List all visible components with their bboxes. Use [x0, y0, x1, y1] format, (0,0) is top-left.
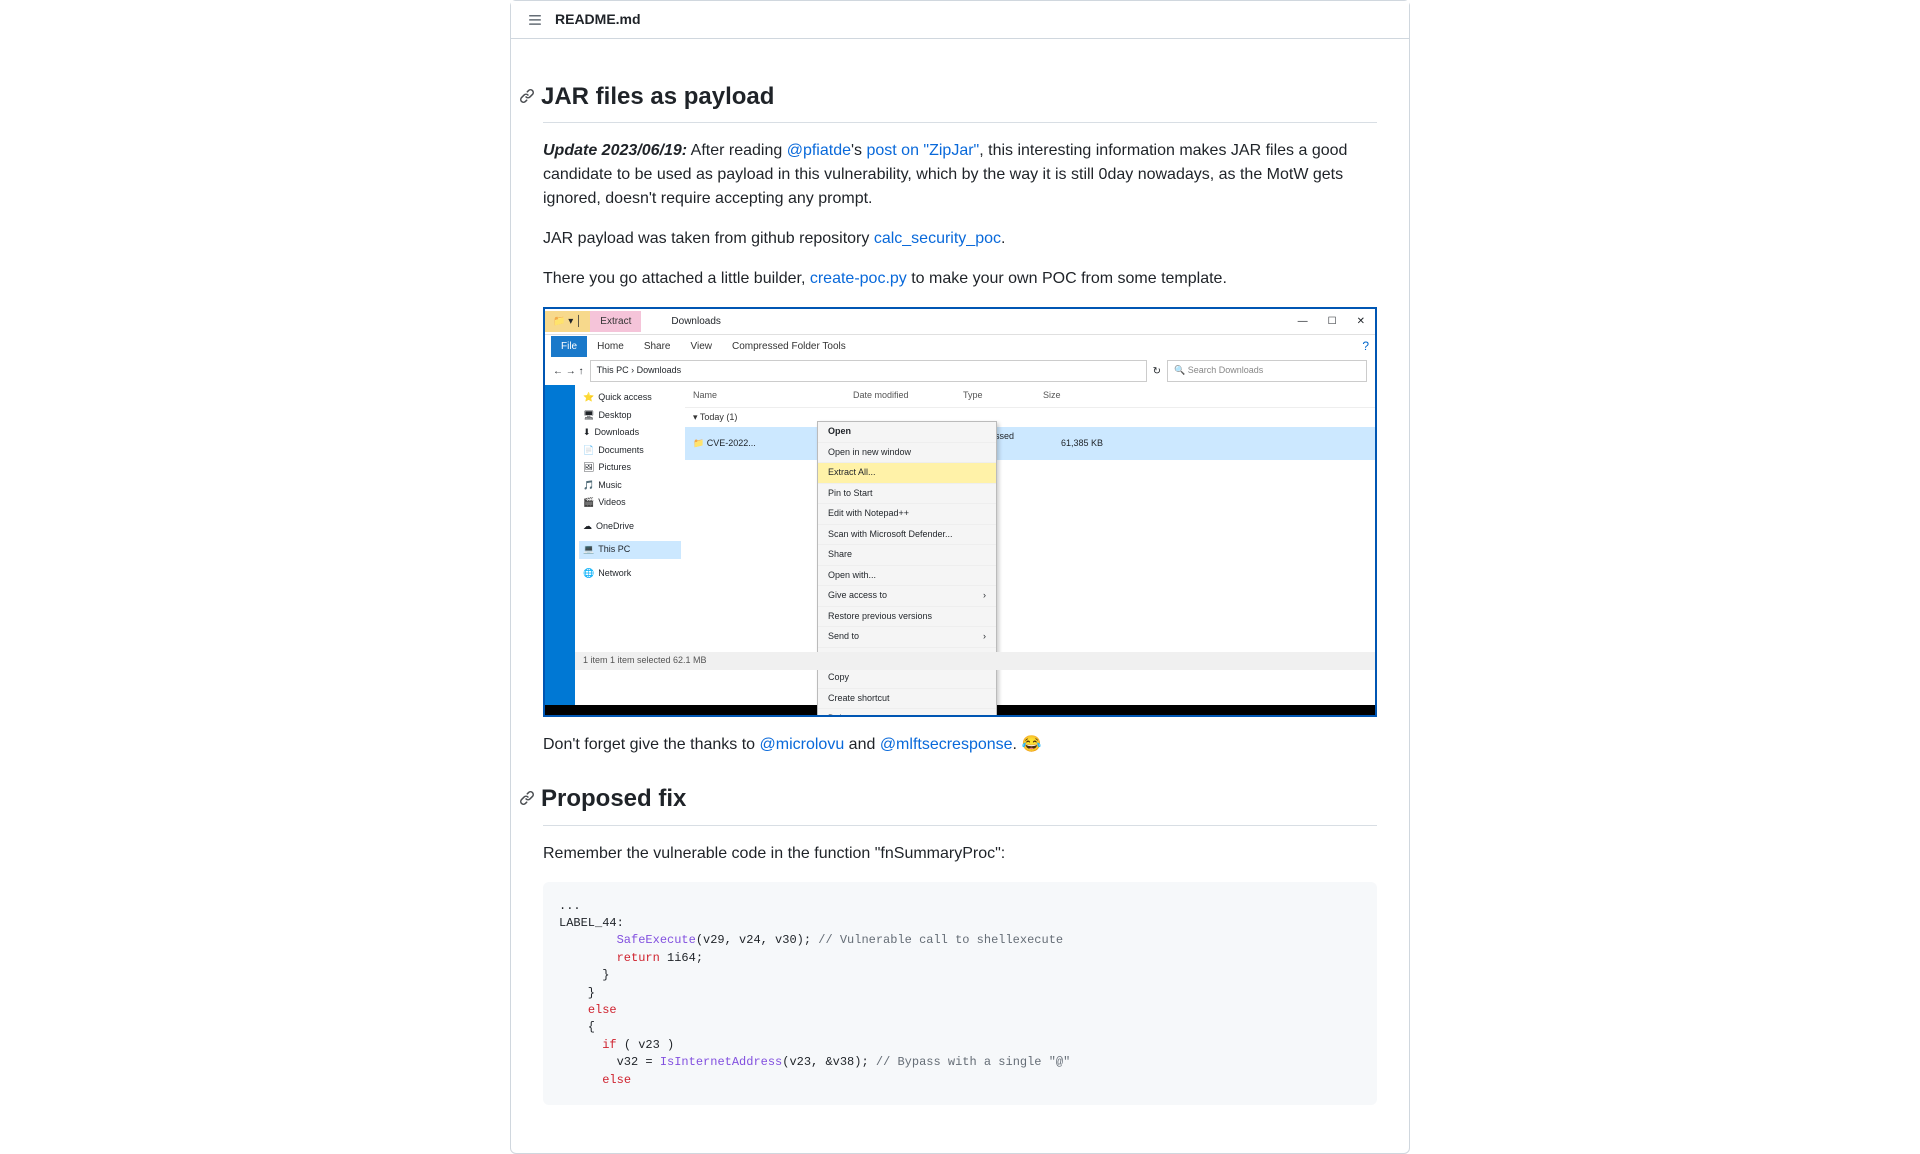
win-titlebar: 📁 ▾ │ Extract Downloads — ☐ ✕	[545, 309, 1375, 335]
path-box: This PC › Downloads	[590, 360, 1147, 382]
ctx-defender: Scan with Microsoft Defender...	[818, 525, 996, 546]
sidebar-network: 🌐 Network	[579, 565, 681, 583]
ctx-pin-start: Pin to Start	[818, 484, 996, 505]
help-icon: ?	[1362, 337, 1369, 355]
text: After reading	[687, 142, 787, 159]
code-block: ... LABEL_44: SafeExecute(v29, v24, v30)…	[543, 882, 1377, 1105]
sidebar-pictures: 🖼 Pictures	[579, 459, 681, 477]
file-row: 📁 CVE-2022... Compressed (zipp... 61,385…	[685, 427, 1375, 460]
ctx-send-to: Send to	[818, 627, 996, 648]
group-today: ▾ Today (1)	[685, 408, 1375, 428]
ctx-give-access: Give access to	[818, 586, 996, 607]
context-menu: Open Open in new window Extract All... P…	[817, 421, 997, 717]
link-icon[interactable]	[519, 79, 535, 115]
minimize-icon: —	[1288, 314, 1318, 329]
text: to make your own POC from some template.	[907, 270, 1227, 287]
sidebar-onedrive: ☁ OneDrive	[579, 518, 681, 536]
paragraph-remember: Remember the vulnerable code in the func…	[543, 842, 1377, 866]
file-tab: File	[551, 336, 587, 357]
text: JAR payload was taken from github reposi…	[543, 230, 874, 247]
link-microlovu[interactable]: @microlovu	[760, 736, 845, 753]
code-comment: // Bypass with a single "@"	[876, 1055, 1070, 1069]
code-kw-else: else	[588, 1003, 617, 1017]
sidebar-desktop: 🖥 Desktop	[579, 407, 681, 425]
text: and	[844, 736, 880, 753]
col-name: Name	[693, 389, 853, 403]
file-size: 61,385 KB	[1043, 437, 1103, 451]
readme-filename[interactable]: README.md	[555, 9, 641, 30]
text: There you go attached a little builder,	[543, 270, 810, 287]
share-tab: Share	[634, 336, 681, 357]
markdown-body: JAR files as payload Update 2023/06/19: …	[511, 39, 1409, 1153]
update-prefix: Update 2023/06/19:	[543, 142, 687, 159]
code-kw-if: if	[602, 1038, 616, 1052]
window-title: Downloads	[671, 314, 720, 329]
code-comment: // Vulnerable call to shellexecute	[818, 933, 1063, 947]
code-fn-isinternetaddress: IsInternetAddress	[660, 1055, 782, 1069]
text: .	[1001, 230, 1005, 247]
col-type: Type	[963, 389, 1043, 403]
win-toolbar: File Home Share View Compressed Folder T…	[545, 335, 1375, 357]
close-icon: ✕	[1347, 314, 1375, 329]
readme-container: README.md JAR files as payload Update 20…	[510, 0, 1410, 1154]
sidebar-videos: 🎬 Videos	[579, 494, 681, 512]
extract-tab: Extract	[590, 311, 641, 332]
link-zipjar[interactable]: post on "ZipJar"	[866, 142, 979, 159]
sidebar-quick-access: ⭐ Quick access	[579, 389, 681, 407]
heading-text: Proposed fix	[541, 781, 686, 817]
col-date: Date modified	[853, 389, 963, 403]
ctx-open-with: Open with...	[818, 566, 996, 587]
readme-header: README.md	[511, 1, 1409, 39]
paragraph-update: Update 2023/06/19: After reading @pfiatd…	[543, 139, 1377, 211]
ctx-share: Share	[818, 545, 996, 566]
joy-emoji: 😂	[1021, 736, 1041, 753]
ctx-shortcut: Create shortcut	[818, 689, 996, 710]
link-mlftsecresponse[interactable]: @mlftsecresponse	[880, 736, 1013, 753]
ctx-open: Open	[818, 422, 996, 443]
toc-icon[interactable]	[527, 12, 543, 28]
ctx-extract-all: Extract All...	[818, 463, 996, 484]
ctx-notepad: Edit with Notepad++	[818, 504, 996, 525]
text: 's	[851, 142, 867, 159]
ctx-restore: Restore previous versions	[818, 607, 996, 628]
link-calc-security-poc[interactable]: calc_security_poc	[874, 230, 1001, 247]
win-path: ← → ↑ This PC › Downloads ↻ 🔍 Search Dow…	[545, 357, 1375, 385]
column-headers: Name Date modified Type Size	[685, 385, 1375, 408]
link-create-poc[interactable]: create-poc.py	[810, 270, 907, 287]
ctx-open-new: Open in new window	[818, 443, 996, 464]
ctx-copy: Copy	[818, 668, 996, 689]
paragraph-thanks: Don't forget give the thanks to @microlo…	[543, 733, 1377, 757]
folder-tools-tab: Compressed Folder Tools	[722, 336, 856, 357]
col-size: Size	[1043, 389, 1103, 403]
home-tab: Home	[587, 336, 634, 357]
heading-jar-files: JAR files as payload	[543, 79, 1377, 123]
sidebar-this-pc: 💻 This PC	[579, 541, 681, 559]
refresh-icon: ↻	[1153, 364, 1161, 379]
ctx-delete: Delete	[818, 709, 996, 717]
paragraph-builder: There you go attached a little builder, …	[543, 267, 1377, 291]
maximize-icon: ☐	[1318, 314, 1347, 329]
heading-proposed-fix: Proposed fix	[543, 781, 1377, 825]
code-fn-safeexecute: SafeExecute	[617, 933, 696, 947]
search-box: 🔍 Search Downloads	[1167, 360, 1367, 382]
statusbar: 1 item 1 item selected 62.1 MB	[575, 652, 1375, 670]
explorer-screenshot: 📁 ▾ │ Extract Downloads — ☐ ✕ File Home …	[543, 307, 1377, 717]
folder-icon: 📁 ▾ │	[545, 311, 590, 332]
sidebar-music: 🎵 Music	[579, 477, 681, 495]
nav-back-icon: ← → ↑	[553, 364, 584, 379]
blue-edge	[545, 385, 575, 705]
code-kw-return: return	[617, 951, 660, 965]
heading-text: JAR files as payload	[541, 79, 774, 115]
view-tab: View	[681, 336, 723, 357]
sidebar-downloads: ⬇ Downloads	[579, 424, 681, 442]
text: Don't forget give the thanks to	[543, 736, 760, 753]
link-icon[interactable]	[519, 781, 535, 817]
link-pfiatde[interactable]: @pfiatde	[787, 142, 851, 159]
paragraph-jar-payload: JAR payload was taken from github reposi…	[543, 227, 1377, 251]
sidebar-documents: 📄 Documents	[579, 442, 681, 460]
